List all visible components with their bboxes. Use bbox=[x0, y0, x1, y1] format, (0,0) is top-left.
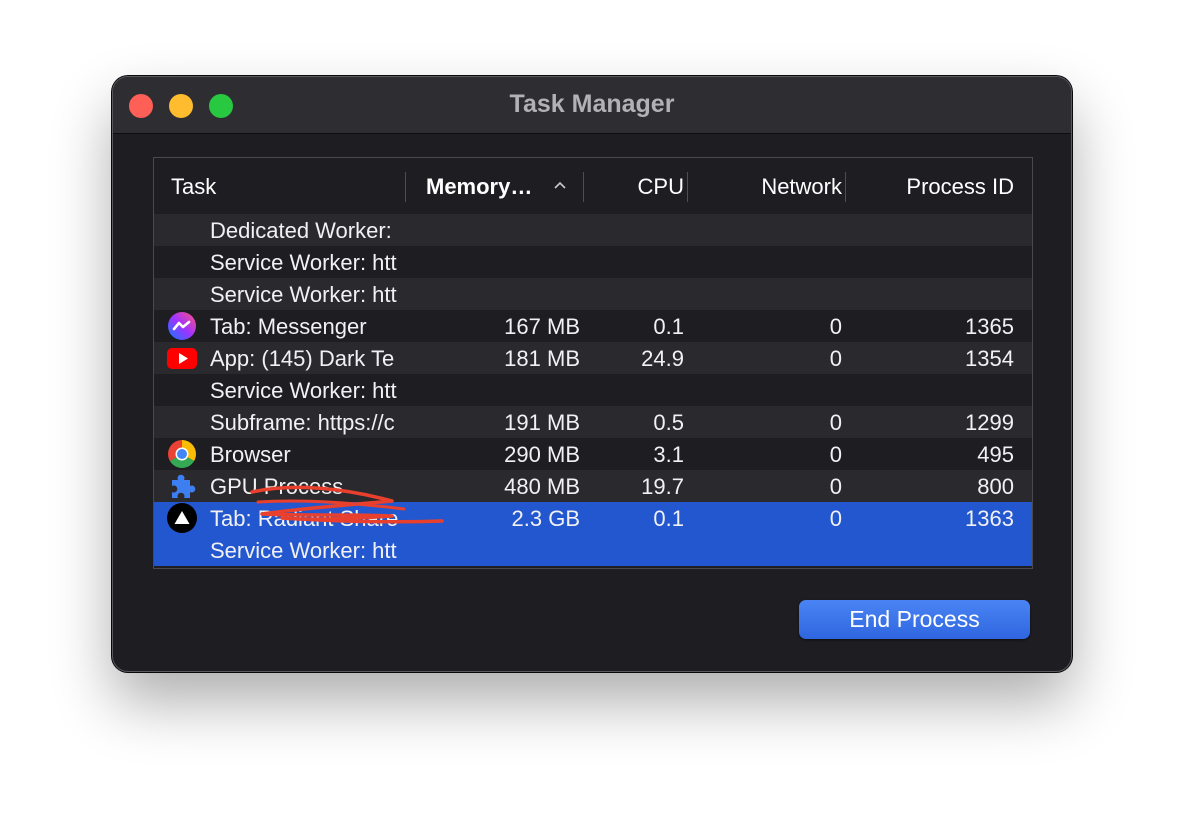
table-row[interactable]: Tab: Radiant Share 2.3 GB 0.1 0 1363 bbox=[154, 502, 1032, 534]
network-cell: 0 bbox=[829, 346, 842, 371]
task-name-cell: Service Worker: htt bbox=[210, 250, 397, 275]
cpu-cell bbox=[594, 214, 684, 246]
cpu-cell bbox=[594, 534, 684, 566]
cpu-cell bbox=[594, 246, 684, 278]
youtube-icon bbox=[167, 343, 197, 373]
task-name-cell: Service Worker: htt bbox=[210, 282, 397, 307]
network-cell: 0 bbox=[829, 442, 842, 467]
column-divider[interactable] bbox=[687, 172, 688, 202]
table-row[interactable]: Service Worker: htt bbox=[154, 374, 1032, 406]
end-process-button[interactable]: End Process bbox=[799, 600, 1030, 639]
task-name-cell: Service Worker: htt bbox=[210, 378, 397, 403]
process-id-cell: 1365 bbox=[965, 314, 1014, 339]
process-id-cell bbox=[854, 278, 1014, 310]
memory-cell bbox=[424, 374, 580, 406]
process-id-cell bbox=[854, 214, 1014, 246]
cpu-cell: 3.1 bbox=[653, 442, 684, 467]
table-row[interactable]: Service Worker: htt bbox=[154, 246, 1032, 278]
process-id-cell bbox=[854, 246, 1014, 278]
column-divider[interactable] bbox=[405, 172, 406, 202]
memory-cell bbox=[424, 278, 580, 310]
task-name-cell: Subframe: https://c bbox=[210, 410, 395, 435]
task-name-cell: GPU Process bbox=[210, 474, 344, 499]
process-id-cell bbox=[854, 534, 1014, 566]
task-name-cell: Tab: Radiant Share bbox=[210, 506, 399, 531]
process-table: Task Memory… CPU Network Process ID Dedi… bbox=[153, 157, 1033, 569]
network-cell: 0 bbox=[829, 474, 842, 499]
cpu-cell: 0.1 bbox=[653, 506, 684, 531]
column-header-process-id[interactable]: Process ID bbox=[854, 158, 1014, 214]
cpu-cell bbox=[594, 278, 684, 310]
cpu-cell: 0.1 bbox=[653, 314, 684, 339]
task-name-cell: Tab: Messenger bbox=[210, 314, 367, 339]
memory-cell bbox=[424, 246, 580, 278]
network-cell bbox=[694, 214, 842, 246]
column-divider[interactable] bbox=[845, 172, 846, 202]
table-row[interactable]: Dedicated Worker: bbox=[154, 214, 1032, 246]
memory-cell bbox=[424, 534, 580, 566]
triangle-icon bbox=[167, 503, 197, 533]
cpu-cell: 19.7 bbox=[641, 474, 684, 499]
window-title: Task Manager bbox=[509, 90, 675, 118]
memory-cell: 181 MB bbox=[504, 346, 580, 371]
table-row[interactable]: Service Worker: htt bbox=[154, 534, 1032, 566]
cpu-cell bbox=[594, 374, 684, 406]
network-cell bbox=[694, 246, 842, 278]
table-row[interactable]: App: (145) Dark Te 181 MB 24.9 0 1354 bbox=[154, 342, 1032, 374]
memory-cell: 290 MB bbox=[504, 442, 580, 467]
process-id-cell: 1299 bbox=[965, 410, 1014, 435]
column-divider[interactable] bbox=[583, 172, 584, 202]
chrome-icon bbox=[167, 439, 197, 469]
table-row[interactable]: Browser 290 MB 3.1 0 495 bbox=[154, 438, 1032, 470]
memory-cell: 2.3 GB bbox=[511, 506, 580, 531]
task-name-cell: Browser bbox=[210, 442, 291, 467]
table-row[interactable]: Subframe: https://c 191 MB 0.5 0 1299 bbox=[154, 406, 1032, 438]
column-header-cpu[interactable]: CPU bbox=[586, 158, 684, 214]
column-header-network[interactable]: Network bbox=[694, 158, 842, 214]
memory-cell: 167 MB bbox=[504, 314, 580, 339]
network-cell bbox=[694, 278, 842, 310]
process-id-cell: 1363 bbox=[965, 506, 1014, 531]
process-id-cell: 1354 bbox=[965, 346, 1014, 371]
sort-ascending-icon bbox=[554, 181, 566, 189]
network-cell bbox=[694, 374, 842, 406]
table-row[interactable]: Service Worker: htt bbox=[154, 278, 1032, 310]
table-row[interactable]: GPU Process 480 MB 19.7 0 800 bbox=[154, 470, 1032, 502]
memory-cell: 191 MB bbox=[504, 410, 580, 435]
puzzle-icon bbox=[167, 471, 197, 501]
memory-cell: 480 MB bbox=[504, 474, 580, 499]
title-bar: Task Manager bbox=[113, 77, 1071, 134]
task-name-cell: Dedicated Worker: bbox=[210, 218, 392, 243]
network-cell: 0 bbox=[829, 506, 842, 531]
cpu-cell: 24.9 bbox=[641, 346, 684, 371]
cpu-cell: 0.5 bbox=[653, 410, 684, 435]
task-manager-window: Task Manager Task Memory… CPU Network Pr… bbox=[112, 76, 1072, 672]
process-id-cell: 495 bbox=[977, 442, 1014, 467]
task-name-cell: Service Worker: htt bbox=[210, 538, 397, 563]
column-header-task[interactable]: Task bbox=[171, 158, 216, 214]
table-header: Task Memory… CPU Network Process ID bbox=[154, 158, 1032, 215]
memory-cell bbox=[424, 214, 580, 246]
task-name-cell: App: (145) Dark Te bbox=[210, 346, 395, 371]
messenger-icon bbox=[167, 311, 197, 341]
network-cell: 0 bbox=[829, 314, 842, 339]
column-header-memory[interactable]: Memory… bbox=[426, 158, 532, 214]
network-cell: 0 bbox=[829, 410, 842, 435]
process-id-cell: 800 bbox=[977, 474, 1014, 499]
process-id-cell bbox=[854, 374, 1014, 406]
network-cell bbox=[694, 534, 842, 566]
table-row[interactable]: Tab: Messenger 167 MB 0.1 0 1365 bbox=[154, 310, 1032, 342]
